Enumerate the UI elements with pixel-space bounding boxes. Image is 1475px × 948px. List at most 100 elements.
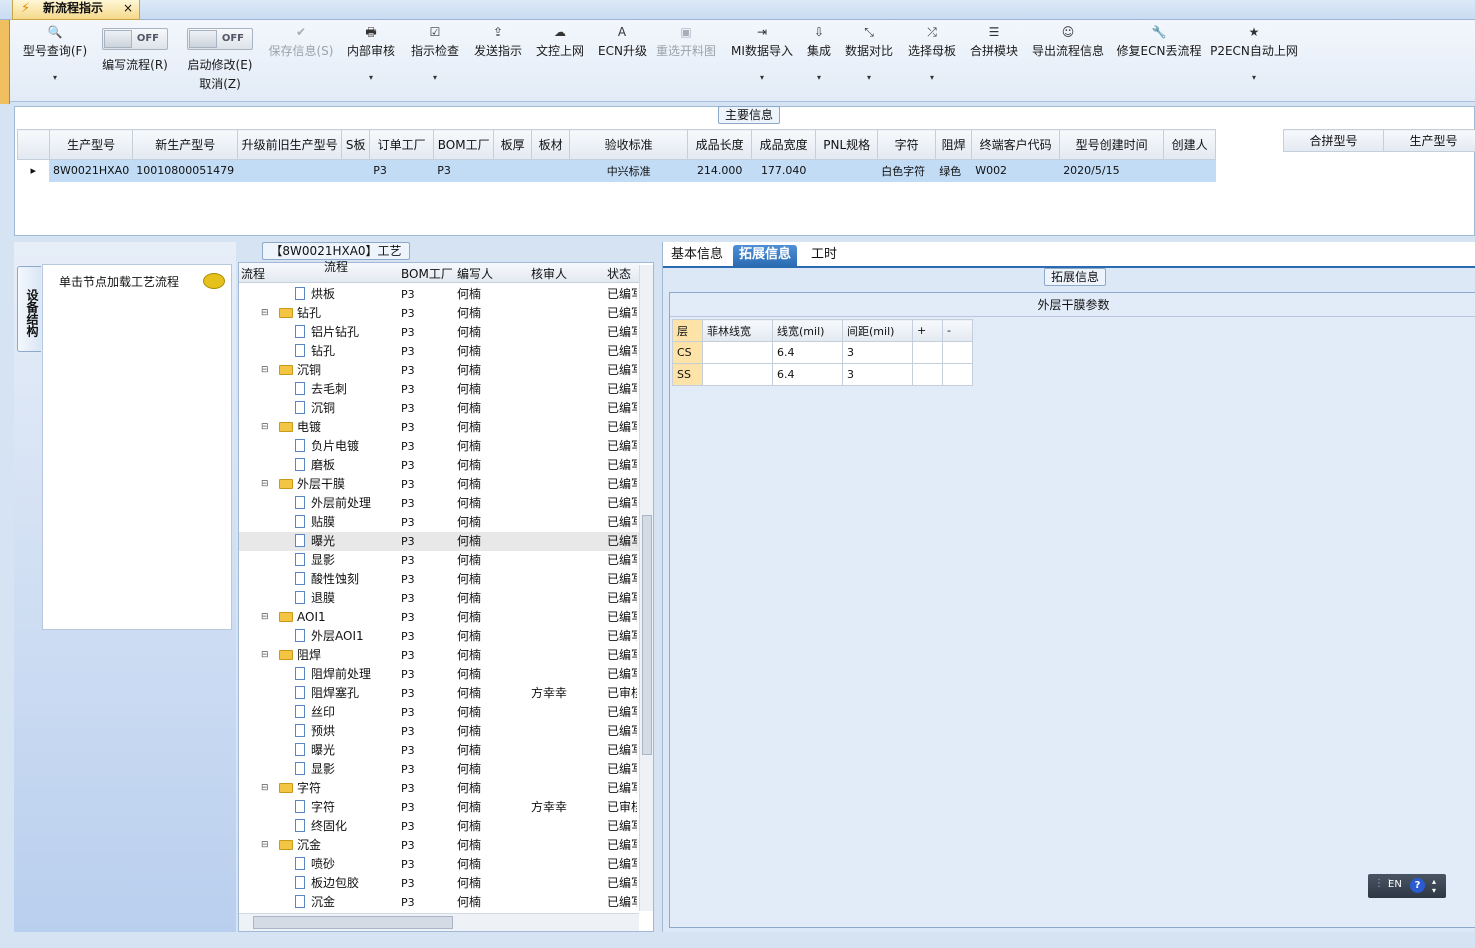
col-header[interactable]: 成品宽度 bbox=[751, 129, 817, 160]
tree-col-header[interactable]: 流程 bbox=[241, 265, 265, 282]
tree-row[interactable]: 酸性蚀刻 P3 何楠 已编写 bbox=[239, 570, 639, 589]
tree-node[interactable]: 负片电镀 bbox=[295, 437, 359, 456]
tree-node[interactable]: 外层干膜 bbox=[279, 475, 345, 494]
table-row[interactable]: ▸ 8W0021HXA0 10010800051479 P3 P3 中兴标准 214.000… bbox=[17, 159, 1217, 182]
tree-node[interactable]: 显影 bbox=[295, 551, 335, 570]
ext-cell[interactable] bbox=[702, 341, 773, 364]
table-cell[interactable]: 2020/5/15 bbox=[1059, 159, 1165, 182]
table-cell[interactable]: 8W0021HXA0 bbox=[49, 159, 134, 182]
dropdown-arrow-icon[interactable]: ▾ bbox=[1210, 73, 1298, 82]
tree-row[interactable]: 显影 P3 何楠 已编写 bbox=[239, 760, 639, 779]
tree-node[interactable]: 外层前处理 bbox=[295, 494, 371, 513]
dropdown-arrow-icon[interactable]: ▾ bbox=[20, 73, 90, 82]
toolbar-button-printer-4[interactable]: 🖶 内部审核 ▾ bbox=[346, 24, 396, 82]
ime-toolbar[interactable]: ⋮⋮ EN ? ▴ ▾ bbox=[1368, 874, 1446, 898]
toolbar-button-wrench-16[interactable]: 🔧 修复ECN丢流程 bbox=[1116, 24, 1202, 59]
col-header[interactable]: 板厚 bbox=[493, 129, 533, 160]
node-panel[interactable]: 单击节点加载工艺流程 bbox=[42, 264, 232, 630]
dropdown-arrow-icon[interactable]: ▾ bbox=[842, 73, 896, 82]
tree-col-header[interactable]: 编写人 bbox=[457, 265, 493, 282]
table-cell[interactable]: 绿色 bbox=[935, 159, 973, 182]
col-header[interactable]: 板材 bbox=[531, 129, 571, 160]
tree-node[interactable]: 退膜 bbox=[295, 589, 335, 608]
toolbar-button-smile-15[interactable]: ☺ 导出流程信息 bbox=[1028, 24, 1108, 59]
collapse-toggle-icon[interactable]: ⊟ bbox=[261, 608, 269, 627]
col-header[interactable]: 验收标准 bbox=[569, 129, 689, 160]
ext-col-header[interactable]: 层 bbox=[672, 319, 703, 342]
toolbar-button-compress-12[interactable]: ⤡ 数据对比 ▾ bbox=[842, 24, 896, 82]
close-tab-icon[interactable]: × bbox=[123, 0, 133, 16]
tree-node[interactable]: 预烘 bbox=[295, 722, 335, 741]
col-header[interactable]: 生产型号 bbox=[48, 129, 134, 160]
vscroll-thumb[interactable] bbox=[642, 515, 652, 755]
toolbar-button-font-8[interactable]: A ECN升级 bbox=[598, 24, 647, 59]
tree-node[interactable]: 外层AOI1 bbox=[295, 627, 364, 646]
toolbar-button-check-3[interactable]: ✔ 保存信息(S) bbox=[265, 24, 337, 59]
table-cell[interactable]: P3 bbox=[433, 159, 495, 182]
table-cell[interactable]: 白色字符 bbox=[877, 159, 937, 182]
off-toggle[interactable]: OFF bbox=[102, 28, 168, 50]
col-header[interactable]: 升级前旧生产型号 bbox=[237, 129, 343, 160]
ext-cell[interactable] bbox=[702, 363, 773, 386]
tree-node[interactable]: 阻焊塞孔 bbox=[295, 684, 359, 703]
ext-cell[interactable] bbox=[942, 363, 973, 386]
table-cell[interactable] bbox=[341, 159, 371, 182]
tree-node[interactable]: 板边包胶 bbox=[295, 874, 359, 893]
table-cell[interactable]: W002 bbox=[971, 159, 1061, 182]
tree-row[interactable]: 去毛刺 P3 何楠 已编写 bbox=[239, 380, 639, 399]
col-header[interactable]: S板 bbox=[341, 129, 371, 160]
collapse-toggle-icon[interactable]: ⊟ bbox=[261, 646, 269, 665]
ext-row[interactable]: SS 6.4 3 bbox=[672, 363, 973, 386]
tree-node[interactable]: 钻孔 bbox=[295, 342, 335, 361]
tree-row[interactable]: 负片电镀 P3 何楠 已编写 bbox=[239, 437, 639, 456]
col-header[interactable]: 终端客户代码 bbox=[971, 129, 1061, 160]
tree-row[interactable]: 曝光 P3 何楠 已编写 bbox=[239, 741, 639, 760]
tab-work-hours[interactable]: 工时 bbox=[805, 245, 843, 267]
ext-cell[interactable] bbox=[912, 363, 943, 386]
tree-row[interactable]: ⊟ 电镀 P3 何楠 已编写 bbox=[239, 418, 639, 437]
tree-row[interactable]: 字符 P3 何楠 方幸幸 已审核 bbox=[239, 798, 639, 817]
dropdown-arrow-icon[interactable]: ▾ bbox=[346, 73, 396, 82]
col-header[interactable]: 字符 bbox=[877, 129, 937, 160]
add-column-button[interactable]: + bbox=[912, 319, 943, 342]
ext-cell[interactable]: 3 bbox=[842, 341, 913, 364]
tree-col-header[interactable]: 状态 bbox=[607, 265, 631, 282]
tree-node[interactable]: 显影 bbox=[295, 760, 335, 779]
ext-cell[interactable]: CS bbox=[672, 341, 703, 364]
tree-row[interactable]: ⊟ 阻焊 P3 何楠 已编写 bbox=[239, 646, 639, 665]
toolbar-sublabel[interactable]: 取消(Z) bbox=[180, 75, 260, 92]
tab-device-structure[interactable]: 设备结构 bbox=[17, 266, 41, 352]
col-header[interactable]: 新生产型号 bbox=[132, 129, 239, 160]
tree-row[interactable]: ⊟ 沉铜 P3 何楠 已编写 bbox=[239, 361, 639, 380]
table-cell[interactable]: 177.040 bbox=[751, 159, 817, 182]
main-info-table[interactable]: 生产型号 新生产型号 升级前旧生产型号 S板 订单工厂 BOM工厂 板厚 板材 验收标准 成品长度… bbox=[17, 129, 1217, 182]
tree-row[interactable]: 终固化 P3 何楠 已编写 bbox=[239, 817, 639, 836]
table-cell[interactable] bbox=[237, 159, 343, 182]
tree-row[interactable]: 丝印 P3 何楠 已编写 bbox=[239, 703, 639, 722]
table-cell[interactable] bbox=[815, 159, 879, 182]
tree-row[interactable]: 钻孔 P3 何楠 已编写 bbox=[239, 342, 639, 361]
tree-row[interactable]: 沉金 P3 何楠 已编写 bbox=[239, 893, 639, 912]
tree-row[interactable]: ⊟ 钻孔 P3 何楠 已编写 bbox=[239, 304, 639, 323]
table-cell[interactable]: 中兴标准 bbox=[569, 159, 689, 182]
ext-cell[interactable]: 3 bbox=[842, 363, 913, 386]
tree-node[interactable]: 沉金 bbox=[279, 836, 321, 855]
hscroll-thumb[interactable] bbox=[253, 916, 453, 929]
table-cell[interactable] bbox=[531, 159, 571, 182]
tree-node[interactable]: 烘板 bbox=[295, 285, 335, 304]
tree-row[interactable]: 阻焊塞孔 P3 何楠 方幸幸 已审核 bbox=[239, 684, 639, 703]
col-header[interactable]: PNL规格 bbox=[815, 129, 879, 160]
dropdown-arrow-icon[interactable]: ▾ bbox=[904, 73, 960, 82]
toolbar-button-search-0[interactable]: 🔍 型号查询(F) ▾ bbox=[20, 24, 90, 82]
tree-node[interactable]: 酸性蚀刻 bbox=[295, 570, 359, 589]
tree-node[interactable]: 磨板 bbox=[295, 456, 335, 475]
tree-node[interactable]: 曝光 bbox=[295, 741, 335, 760]
tree-row[interactable]: ⊟ 外层干膜 P3 何楠 已编写 bbox=[239, 475, 639, 494]
tree-row[interactable]: 退膜 P3 何楠 已编写 bbox=[239, 589, 639, 608]
merge-col-header[interactable]: 生产型号 bbox=[1383, 129, 1475, 152]
col-header[interactable]: 型号创建时间 bbox=[1059, 129, 1165, 160]
ext-cell[interactable] bbox=[942, 341, 973, 364]
tree-row[interactable]: 板边包胶 P3 何楠 已编写 bbox=[239, 874, 639, 893]
tree-col-header[interactable]: 核审人 bbox=[531, 265, 567, 282]
outer-dryfilm-table[interactable]: 层菲林线宽 线宽(mil) 间距(mil) + - CS 6.4 3 SS 6.4 3 bbox=[672, 319, 973, 386]
